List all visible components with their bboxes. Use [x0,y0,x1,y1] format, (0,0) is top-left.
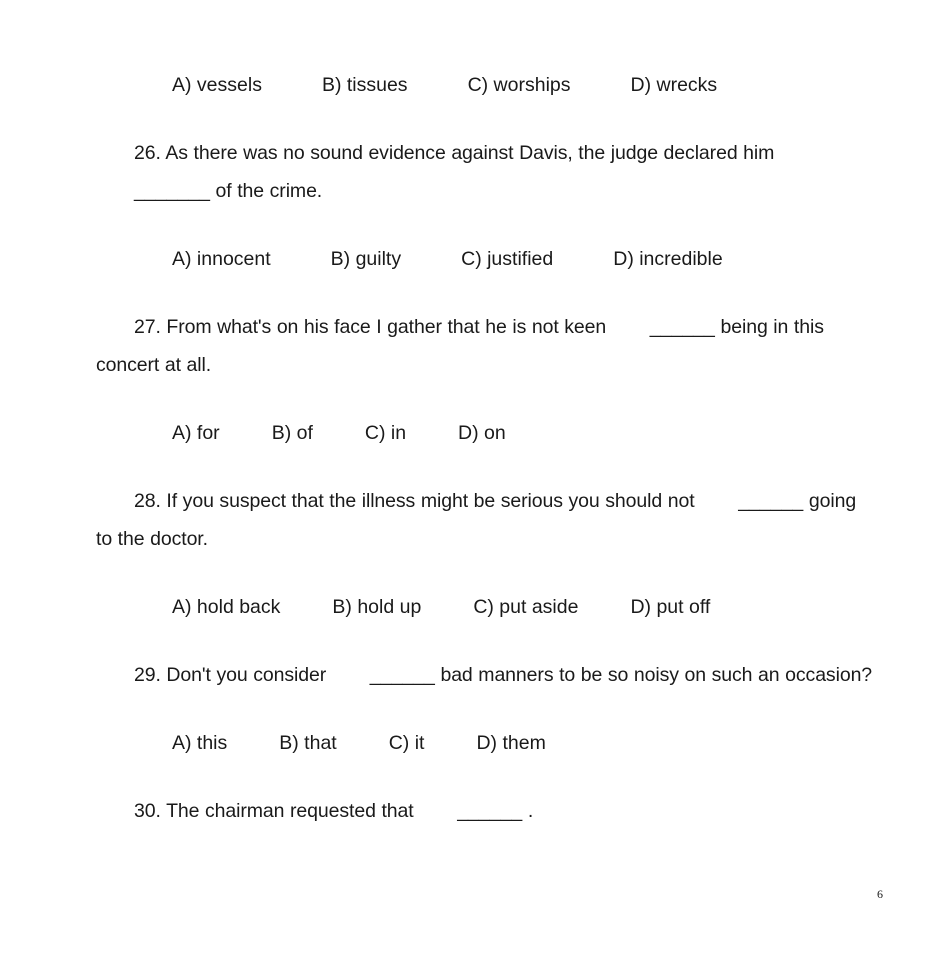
options-row-29: A) this B) that C) it D) them [96,726,876,760]
question-29-text-after: bad manners to be so noisy on such an oc… [434,664,873,686]
options-row-28: A) hold back B) hold up C) put aside D) put… [96,590,876,624]
option-b[interactable]: B) tissues [284,68,408,102]
option-d[interactable]: D) put off [592,590,710,624]
option-b[interactable]: B) hold up [294,590,421,624]
option-a[interactable]: A) vessels [134,68,262,102]
option-a[interactable]: A) hold back [134,590,280,624]
question-30-text-before: 30. The chairman requested that [134,800,420,822]
question-29: 29. Don't you consider ______ bad manner… [96,656,876,694]
question-29-text-before: 29. Don't you consider [134,664,332,686]
option-c[interactable]: C) in [327,416,406,450]
options-row-26: A) innocent B) guilty C) justified D) incre… [96,242,876,276]
question-27-blank[interactable]: ______ [612,308,715,346]
question-30-text-after: . [522,800,534,822]
page-content: A) vessels B) tissues C) worships D) wrecks… [96,68,876,862]
option-d[interactable]: D) them [438,726,545,760]
option-c[interactable]: C) it [351,726,425,760]
option-c[interactable]: C) put aside [435,590,578,624]
options-row-25: A) vessels B) tissues C) worships D) wrecks [96,68,876,102]
option-a[interactable]: A) this [134,726,227,760]
question-27: 27. From what's on his face I gather tha… [96,308,876,384]
question-28: 28. If you suspect that the illness migh… [96,482,876,558]
question-30: 30. The chairman requested that ______ . [96,792,876,830]
question-26-text-after: of the crime. [209,180,323,202]
option-a[interactable]: A) for [134,416,220,450]
option-c[interactable]: C) worships [430,68,571,102]
question-26-blank[interactable]: _______ [96,172,210,210]
page-number: 6 [877,887,883,901]
question-29-blank[interactable]: ______ [332,656,435,694]
option-d[interactable]: D) on [420,416,506,450]
question-28-blank[interactable]: ______ [700,482,803,520]
question-27-text-before: 27. From what's on his face I gather tha… [134,316,612,338]
options-row-27: A) for B) of C) in D) on [96,416,876,450]
option-b[interactable]: B) that [241,726,336,760]
question-26-text-before: 26. As there was no sound evidence again… [134,142,775,164]
question-26: 26. As there was no sound evidence again… [96,134,876,210]
question-30-blank[interactable]: ______ [419,792,522,830]
option-a[interactable]: A) innocent [134,242,271,276]
option-b[interactable]: B) of [234,416,313,450]
option-b[interactable]: B) guilty [293,242,401,276]
option-d[interactable]: D) incredible [575,242,722,276]
document-page: A) vessels B) tissues C) worships D) wrecks… [0,0,945,972]
option-d[interactable]: D) wrecks [593,68,718,102]
question-28-text-before: 28. If you suspect that the illness migh… [134,490,701,512]
option-c[interactable]: C) justified [423,242,553,276]
